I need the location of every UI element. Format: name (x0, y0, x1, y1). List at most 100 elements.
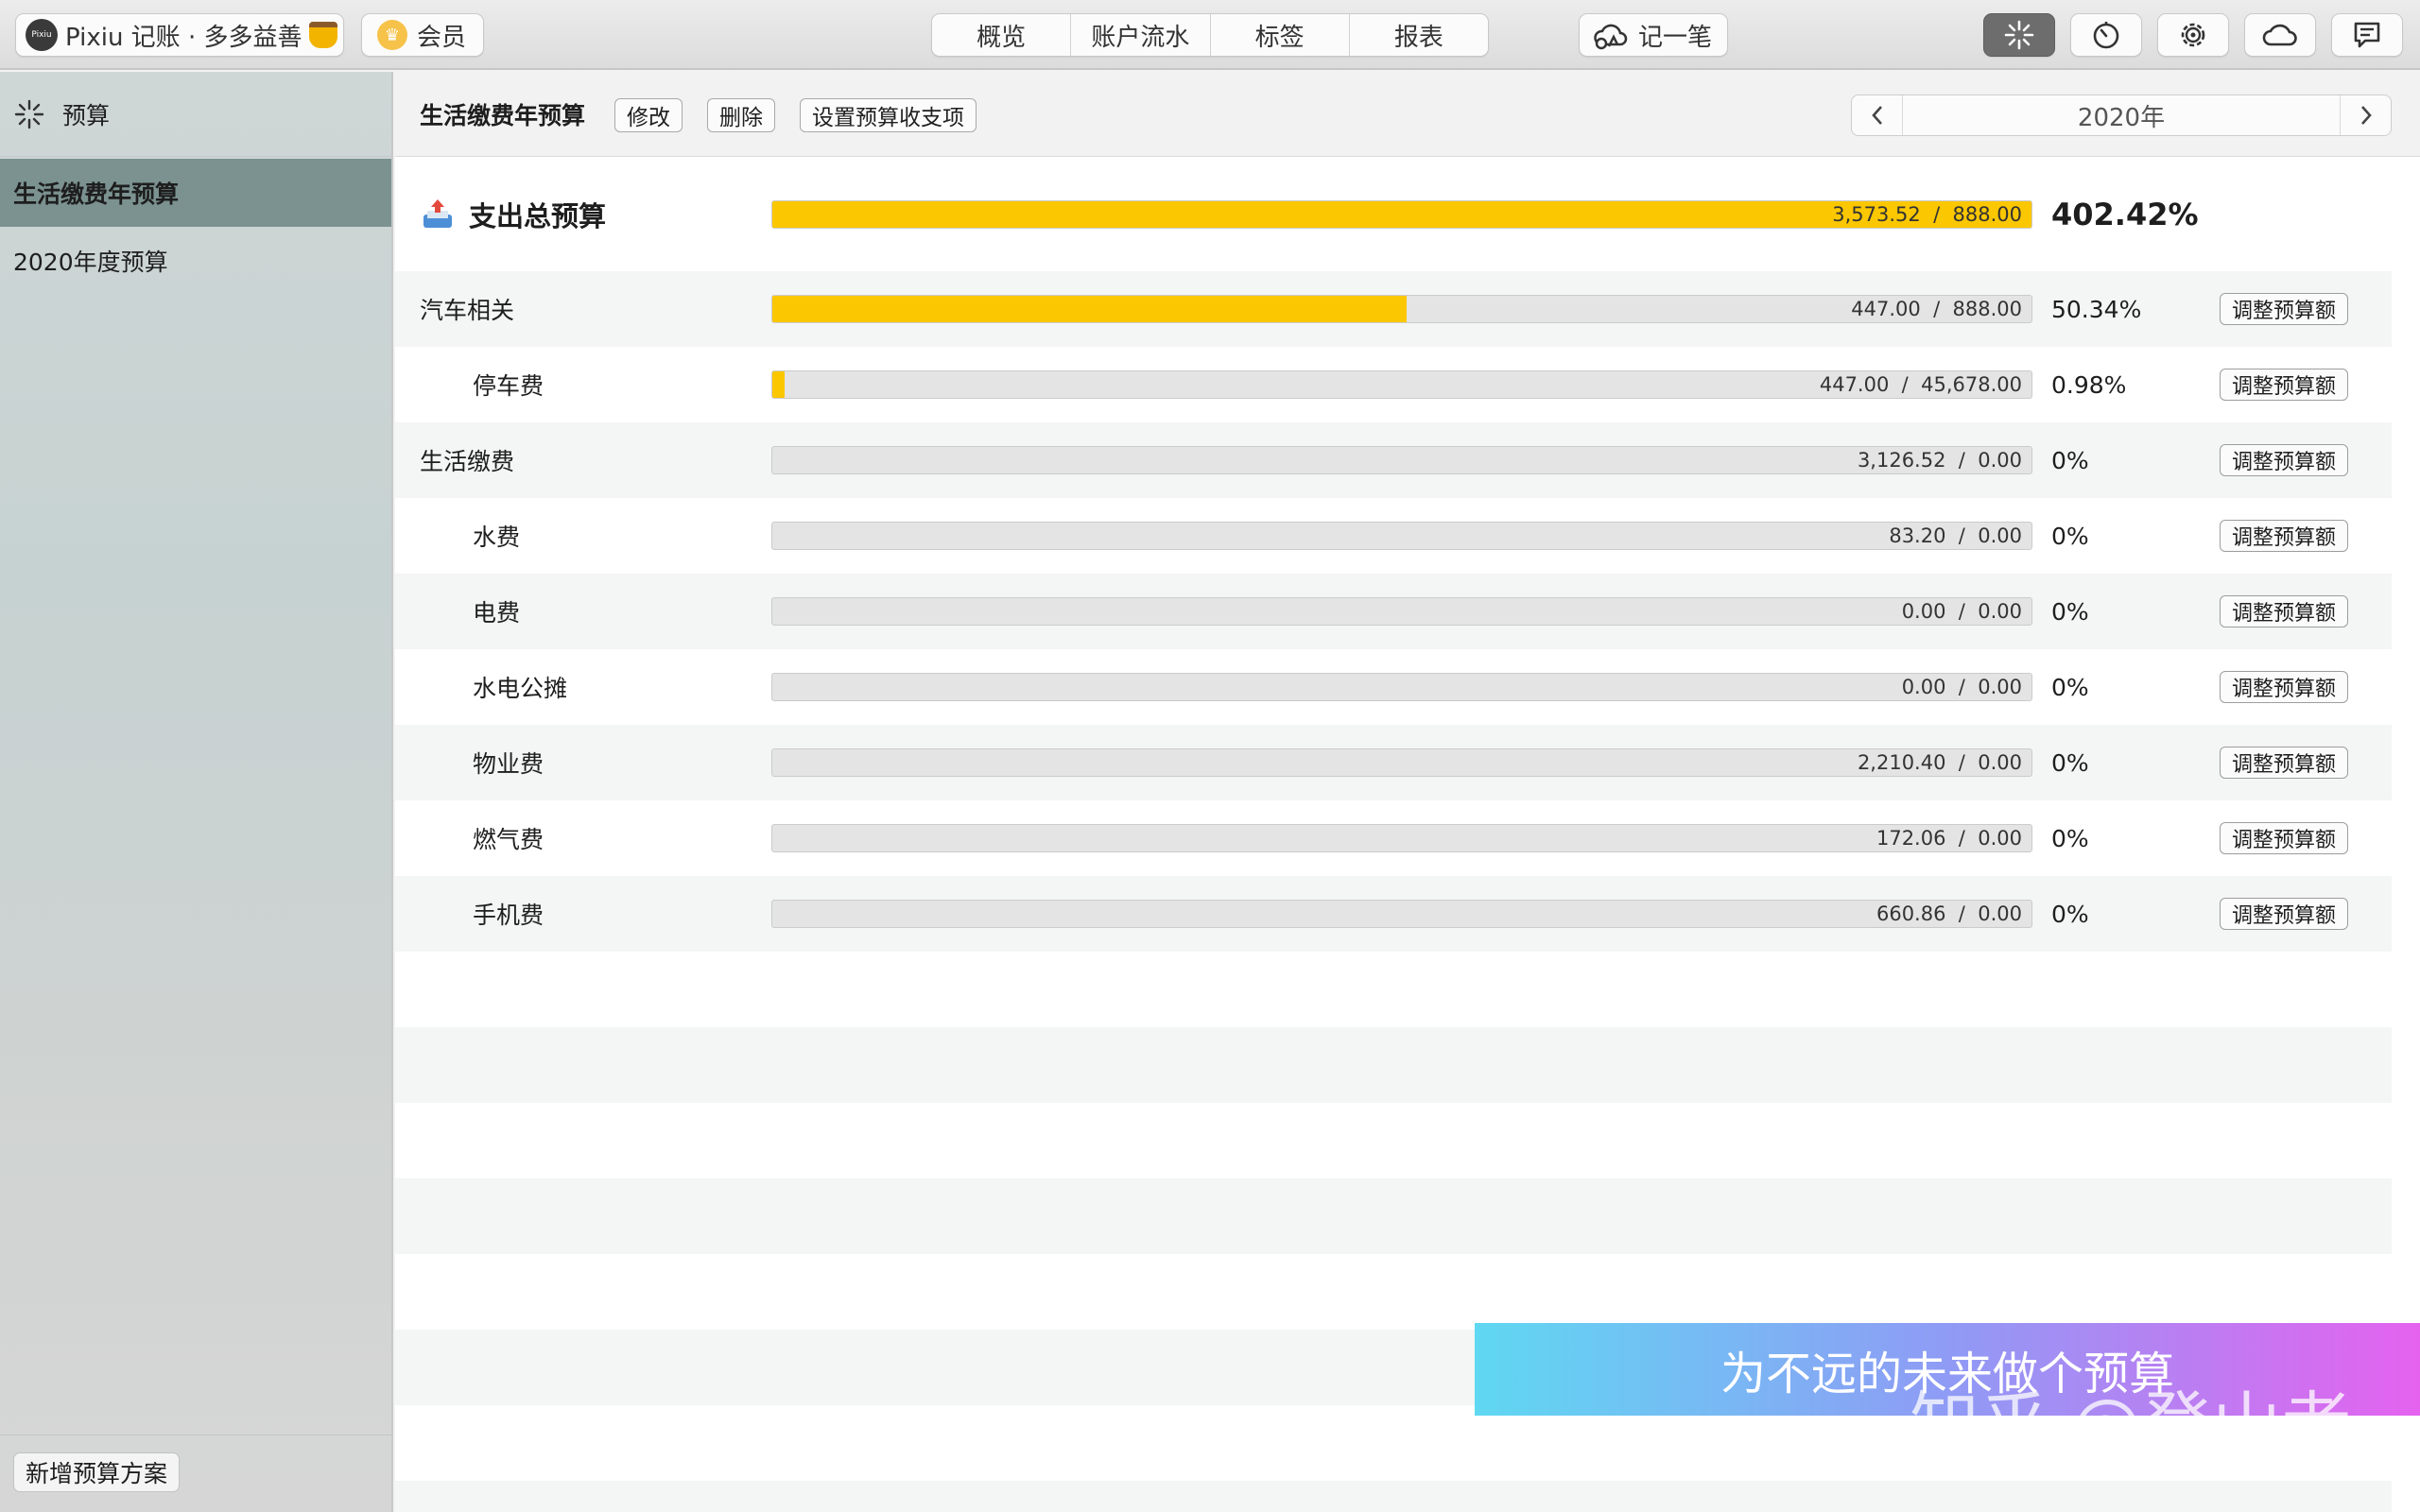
set-budget-items-button[interactable]: 设置预算收支项 (800, 98, 977, 132)
cloud-icon (2262, 24, 2297, 46)
cloud-pen-icon (1594, 24, 1628, 50)
progress-fill (772, 296, 1407, 322)
add-plan-button[interactable]: 新增预算方案 (13, 1452, 181, 1492)
adjust-budget-button[interactable]: 调整预算额 (2220, 444, 2349, 476)
category-label: 停车费 (473, 372, 544, 400)
sidebar-footer: 新增预算方案 (0, 1435, 391, 1512)
empty-row (395, 952, 2392, 1027)
sync-button[interactable] (2244, 13, 2316, 57)
progress-text: 0.00 / 0.00 (1901, 600, 2022, 623)
adjust-budget-button[interactable]: 调整预算额 (2220, 520, 2349, 552)
sidebar-header: 预算 (0, 72, 391, 157)
category-percent: 0% (2051, 900, 2089, 928)
category-progress-bar: 172.06 / 0.00 (771, 824, 2032, 852)
progress-text: 447.00 / 45,678.00 (1819, 373, 2022, 396)
sidebar-item-2020-budget[interactable]: 2020年度预算 (0, 227, 391, 295)
member-button[interactable]: ♛ 会员 (361, 13, 484, 57)
progress-text: 2,210.40 / 0.00 (1857, 751, 2022, 774)
sidebar-item-label: 2020年度预算 (13, 249, 168, 276)
timer-icon (2093, 22, 2119, 49)
adjust-budget-button[interactable]: 调整预算额 (2220, 822, 2349, 854)
budget-row: 汽车相关 447.00 / 888.00 50.34% 调整预算额 (395, 271, 2392, 347)
progress-text: 447.00 / 888.00 (1851, 298, 2022, 320)
honey-jar-icon (309, 22, 338, 48)
settings-button[interactable] (2157, 13, 2229, 57)
tab-overview[interactable]: 概览 (932, 14, 1072, 56)
zhihu-watermark: 知乎 @登山者 (1910, 1384, 2352, 1466)
adjust-budget-button[interactable]: 调整预算额 (2220, 898, 2349, 930)
message-icon (2354, 22, 2380, 48)
gear-icon (2181, 23, 2205, 47)
budget-row: 生活缴费 3,126.52 / 0.00 0% 调整预算额 (395, 422, 2392, 498)
current-year: 2020年 (2077, 103, 2166, 132)
category-percent: 0.98% (2051, 370, 2127, 399)
record-label: 记一笔 (1638, 23, 1713, 52)
empty-row (395, 1178, 2392, 1254)
tab-transactions[interactable]: 账户流水 (1071, 14, 1211, 56)
next-year-button[interactable] (2340, 95, 2391, 135)
progress-text: 3,573.52 / 888.00 (1832, 203, 2022, 226)
chevron-right-icon (2360, 106, 2372, 125)
progress-text: 3,126.52 / 0.00 (1857, 449, 2022, 472)
category-progress-bar: 3,126.52 / 0.00 (771, 446, 2032, 474)
total-budget-label: 支出总预算 (420, 158, 606, 271)
progress-text: 660.86 / 0.00 (1876, 902, 2022, 925)
budget-table: 支出总预算 3,573.52 / 888.00 402.42% 汽车相关 447.… (395, 158, 2392, 1512)
category-progress-bar: 0.00 / 0.00 (771, 673, 2032, 701)
adjust-budget-button[interactable]: 调整预算额 (2220, 595, 2349, 627)
total-budget-row: 支出总预算 3,573.52 / 888.00 402.42% (395, 158, 2392, 271)
category-label: 生活缴费 (420, 448, 515, 475)
budget-row: 手机费 660.86 / 0.00 0% 调整预算额 (395, 876, 2392, 952)
messages-button[interactable] (2331, 13, 2403, 57)
member-label: 会员 (417, 23, 467, 52)
category-percent: 0% (2051, 446, 2089, 474)
edit-button[interactable]: 修改 (614, 98, 683, 132)
app-title-button[interactable]: Pixiu Pixiu 记账 · 多多益善 (15, 13, 344, 57)
prev-year-button[interactable] (1852, 95, 1903, 135)
pixiu-logo-icon: Pixiu (26, 19, 58, 51)
category-progress-bar: 83.20 / 0.00 (771, 522, 2032, 550)
category-label: 水电公摊 (473, 675, 568, 702)
budget-view-button[interactable] (1983, 13, 2055, 57)
budget-row: 物业费 2,210.40 / 0.00 0% 调整预算额 (395, 725, 2392, 800)
adjust-budget-button[interactable]: 调整预算额 (2220, 293, 2349, 325)
adjust-budget-button[interactable]: 调整预算额 (2220, 747, 2349, 779)
record-button[interactable]: 记一笔 (1579, 13, 1728, 57)
empty-row (395, 1481, 2392, 1512)
toolbar: Pixiu Pixiu 记账 · 多多益善 ♛ 会员 概览 账户流水 标签 报表… (0, 0, 2420, 70)
plan-header: 生活缴费年预算 修改 删除 设置预算收支项 2020年 (395, 72, 2420, 157)
progress-text: 172.06 / 0.00 (1876, 827, 2022, 850)
adjust-budget-button[interactable]: 调整预算额 (2220, 671, 2349, 703)
category-percent: 0% (2051, 824, 2089, 852)
category-progress-bar: 660.86 / 0.00 (771, 900, 2032, 928)
sidebar-item-label: 生活缴费年预算 (13, 180, 180, 208)
adjust-budget-button[interactable]: 调整预算额 (2220, 369, 2349, 401)
category-percent: 0% (2051, 522, 2089, 550)
category-percent: 0% (2051, 748, 2089, 777)
empty-row (395, 1103, 2392, 1178)
category-label: 汽车相关 (420, 297, 515, 324)
crown-icon: ♛ (377, 20, 407, 50)
chevron-left-icon (1871, 106, 1882, 125)
progress-fill (772, 371, 786, 398)
category-percent: 0% (2051, 597, 2089, 626)
category-label: 水费 (473, 524, 521, 551)
category-percent: 0% (2051, 673, 2089, 701)
sparkle-icon (2004, 20, 2034, 50)
total-percent: 402.42% (2051, 197, 2199, 232)
plan-title: 生活缴费年预算 (420, 102, 586, 129)
category-progress-bar: 2,210.40 / 0.00 (771, 748, 2032, 777)
app-title: Pixiu 记账 · 多多益善 (65, 23, 302, 52)
tab-tags[interactable]: 标签 (1211, 14, 1350, 56)
tab-reports[interactable]: 报表 (1350, 14, 1488, 56)
empty-row (395, 1027, 2392, 1103)
timer-button[interactable] (2070, 13, 2142, 57)
budget-row: 水电公摊 0.00 / 0.00 0% 调整预算额 (395, 649, 2392, 725)
budget-row: 停车费 447.00 / 45,678.00 0.98% 调整预算额 (395, 347, 2392, 422)
main-panel: 生活缴费年预算 修改 删除 设置预算收支项 2020年 支出总预算 3,573.… (395, 72, 2420, 1512)
sidebar-item-living-budget[interactable]: 生活缴费年预算 (0, 159, 391, 227)
sidebar: 预算 生活缴费年预算 2020年度预算 新增预算方案 (0, 72, 393, 1512)
delete-button[interactable]: 删除 (707, 98, 775, 132)
expense-tray-icon (424, 199, 452, 228)
sidebar-title: 预算 (62, 101, 111, 129)
